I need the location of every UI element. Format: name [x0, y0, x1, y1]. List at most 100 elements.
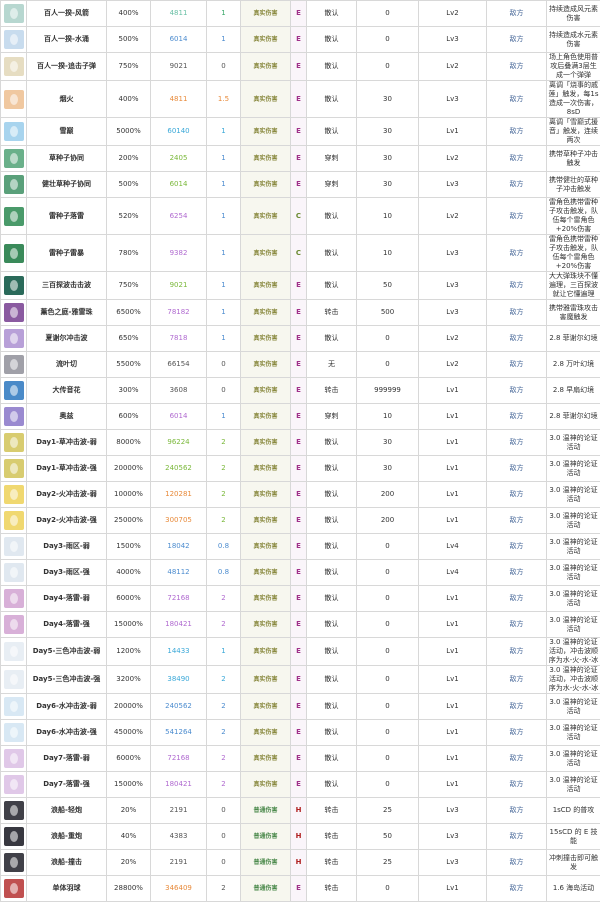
damage-value-cell: 2191 — [151, 798, 207, 824]
multiplier-cell: 2 — [207, 482, 241, 508]
skill-name-cell: Day6-水冲击波-强 — [27, 720, 107, 746]
side-cell: 敌方 — [487, 27, 547, 53]
side-cell: 敌方 — [487, 456, 547, 482]
damage-value-cell: 6014 — [151, 404, 207, 430]
green-leaf-icon — [4, 149, 24, 168]
side-cell: 敌方 — [487, 272, 547, 300]
icon-cell — [1, 508, 27, 534]
icon-cell — [1, 118, 27, 146]
tag-cell: 散认 — [307, 430, 357, 456]
count-cell: 30 — [357, 430, 419, 456]
side-cell: 敌方 — [487, 746, 547, 772]
icon-cell — [1, 612, 27, 638]
orange-flame-icon — [4, 90, 24, 109]
tag-cell: 转击 — [307, 798, 357, 824]
table-row: Day1-草冲击波-强20000%2405622真实伤害E散认30Lv1敌方3.… — [1, 456, 600, 482]
damage-value-cell: 4383 — [151, 824, 207, 850]
count-cell: 0 — [357, 666, 419, 694]
damage-type-cell: 真实伤害 — [241, 534, 291, 560]
table-row: 草种子协同200%24051真实伤害E穿刺30Lv2敌方携带草种子冲击触发 — [1, 146, 600, 172]
note-cell: 大大弹珠块不懂遍理，三百探波就让它懂遍理 — [547, 272, 600, 300]
level-cell: Lv1 — [419, 118, 487, 146]
table-row: Day4-落雷-弱6000%721682真实伤害E散认0Lv1敌方3.0 温神的… — [1, 586, 600, 612]
icon-cell — [1, 81, 27, 118]
tag-cell: 转击 — [307, 824, 357, 850]
icon-cell — [1, 272, 27, 300]
lilac-thunder-icon — [4, 749, 24, 768]
tag-cell: 散认 — [307, 586, 357, 612]
table-row: Day5-三色冲击波-强3200%384902真实伤害E散认0Lv1敌方3.0 … — [1, 666, 600, 694]
side-cell: 敌方 — [487, 850, 547, 876]
damage-value-cell: 9021 — [151, 272, 207, 300]
damage-value-cell: 4811 — [151, 81, 207, 118]
table-row: 雷种子雷暴780%93821真实伤害C散认10Lv3敌方雷角色携带雷种子攻击触发… — [1, 235, 600, 272]
note-cell: 15sCD 的 E 技能 — [547, 824, 600, 850]
damage-value-cell: 240562 — [151, 694, 207, 720]
damage-value-cell: 72168 — [151, 586, 207, 612]
green-thunder-icon — [4, 207, 24, 226]
side-cell: 敌方 — [487, 235, 547, 272]
level-cell: Lv1 — [419, 638, 487, 666]
pale-rain-icon — [4, 563, 24, 582]
percent-cell: 5000% — [107, 118, 151, 146]
multiplier-cell: 1.5 — [207, 81, 241, 118]
tag-cell: 转击 — [307, 850, 357, 876]
percent-cell: 5500% — [107, 352, 151, 378]
skill-name-cell: Day1-草冲击波-强 — [27, 456, 107, 482]
damage-value-cell: 48112 — [151, 560, 207, 586]
damage-type-cell: 真实伤害 — [241, 560, 291, 586]
percent-cell: 500% — [107, 27, 151, 53]
skill-name-cell: Day5-三色冲击波-强 — [27, 666, 107, 694]
level-cell: Lv3 — [419, 172, 487, 198]
purple-thunder-icon — [4, 303, 24, 322]
percent-cell: 520% — [107, 198, 151, 235]
icon-cell — [1, 824, 27, 850]
side-cell: 敌方 — [487, 482, 547, 508]
tag-cell: 散认 — [307, 772, 357, 798]
element-cell: E — [291, 430, 307, 456]
table-row: 百人一揆-水涌500%60141真实伤害E散认0Lv3敌方持续造成水元素伤害 — [1, 27, 600, 53]
skill-name-cell: Day7-落雷-弱 — [27, 746, 107, 772]
note-cell: 3.0 温神的论证活动 — [547, 508, 600, 534]
level-cell: Lv1 — [419, 482, 487, 508]
element-cell: E — [291, 482, 307, 508]
tag-cell: 无 — [307, 352, 357, 378]
icon-cell — [1, 876, 27, 902]
level-cell: Lv2 — [419, 198, 487, 235]
damage-type-cell: 普通伤害 — [241, 876, 291, 902]
element-cell: E — [291, 118, 307, 146]
skill-name-cell: 夏谢尔冲击波 — [27, 326, 107, 352]
count-cell: 50 — [357, 272, 419, 300]
table-row: 夏谢尔冲击波650%78181真实伤害E散认0Lv2敌方2.8 菲谢尔幻境 — [1, 326, 600, 352]
note-cell: 1.6 海岛活动 — [547, 876, 600, 902]
icon-cell — [1, 560, 27, 586]
tag-cell: 散认 — [307, 1, 357, 27]
blue-wave-icon — [4, 381, 24, 400]
damage-type-cell: 真实伤害 — [241, 746, 291, 772]
note-cell: 3.0 温神的论证活动，冲击波顺序为水-火-水-冰 — [547, 638, 600, 666]
yellow-grass-icon — [4, 459, 24, 478]
yellow-fire-icon — [4, 485, 24, 504]
element-cell: E — [291, 772, 307, 798]
level-cell: Lv1 — [419, 508, 487, 534]
damage-value-cell: 78182 — [151, 300, 207, 326]
side-cell: 敌方 — [487, 798, 547, 824]
multiplier-cell: 2 — [207, 430, 241, 456]
violet-bird-icon — [4, 407, 24, 426]
percent-cell: 20000% — [107, 694, 151, 720]
damage-type-cell: 真实伤害 — [241, 694, 291, 720]
damage-type-cell: 真实伤害 — [241, 378, 291, 404]
count-cell: 0 — [357, 53, 419, 81]
damage-value-cell: 541264 — [151, 720, 207, 746]
multiplier-cell: 2 — [207, 586, 241, 612]
side-cell: 敌方 — [487, 404, 547, 430]
icon-cell — [1, 694, 27, 720]
table-row: 浪船-撞击20%21910普通伤害H转击25Lv3敌方冲刺撞击即可触发 — [1, 850, 600, 876]
lilac-thunder-icon — [4, 775, 24, 794]
skill-name-cell: 流叶切 — [27, 352, 107, 378]
icon-cell — [1, 586, 27, 612]
damage-value-cell: 2191 — [151, 850, 207, 876]
icon-cell — [1, 53, 27, 81]
table-row: 薰色之庭-雅雷珠6500%781821真实伤害E转击500Lv3敌方携带雅雷珠攻… — [1, 300, 600, 326]
table-row: 流叶切5500%661540真实伤害E无0Lv2敌方2.8 万叶幻境 — [1, 352, 600, 378]
